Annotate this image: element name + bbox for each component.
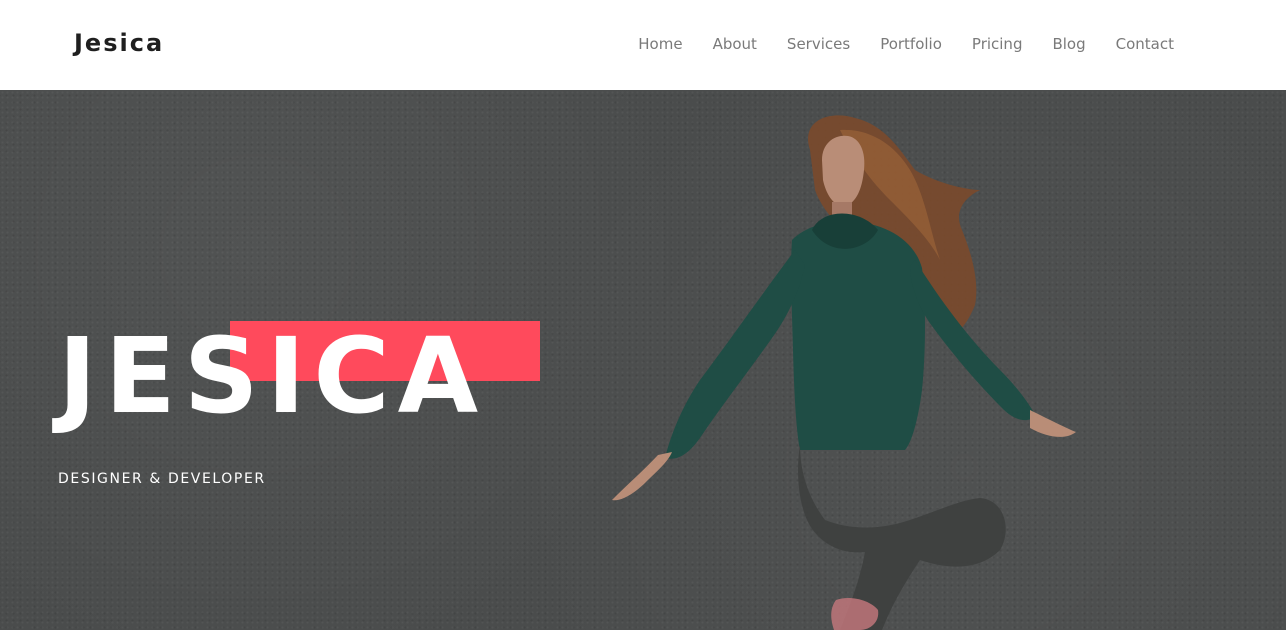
left-arm	[665, 250, 805, 459]
main-nav: Home About Services Portfolio Pricing Bl…	[638, 33, 1174, 55]
nav-item-blog: Blog	[1052, 33, 1085, 55]
nav-item-portfolio: Portfolio	[880, 33, 942, 55]
site-header: Jesica Home About Services Portfolio Pri…	[0, 0, 1286, 90]
nav-link-portfolio[interactable]: Portfolio	[880, 35, 942, 53]
right-hand	[1030, 410, 1076, 437]
nav-item-pricing: Pricing	[972, 33, 1023, 55]
nav-link-pricing[interactable]: Pricing	[972, 35, 1023, 53]
nav-link-about[interactable]: About	[713, 35, 757, 53]
nav-item-services: Services	[787, 33, 850, 55]
nav-link-home[interactable]: Home	[638, 35, 682, 53]
hero-subtitle: DESIGNER & DEVELOPER	[58, 471, 266, 487]
leggings-upper	[798, 445, 1006, 630]
nav-item-home: Home	[638, 33, 682, 55]
hero-section: JESICA DESIGNER & DEVELOPER	[0, 90, 1286, 630]
site-logo[interactable]: Jesica	[74, 27, 164, 59]
nav-link-contact[interactable]: Contact	[1116, 35, 1174, 53]
left-hand	[612, 452, 672, 501]
nav-link-services[interactable]: Services	[787, 35, 850, 53]
hoodie-torso	[791, 221, 925, 450]
hero-title: JESICA	[58, 315, 487, 437]
woman-jumping-photo	[612, 115, 1076, 630]
nav-item-contact: Contact	[1116, 33, 1174, 55]
nav-link-blog[interactable]: Blog	[1052, 35, 1085, 53]
nav-item-about: About	[713, 33, 757, 55]
